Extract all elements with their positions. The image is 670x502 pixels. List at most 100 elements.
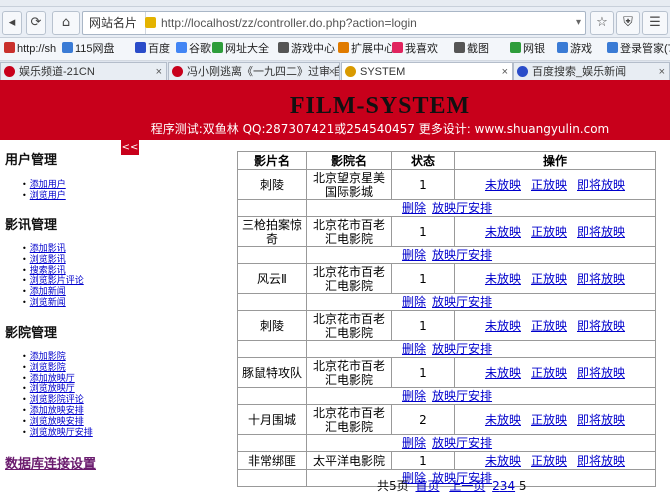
bookmark-item[interactable]: 百度 — [135, 38, 170, 60]
now-showing-link[interactable]: 正放映 — [531, 225, 567, 239]
sidebar-link[interactable]: 添加影讯 — [30, 244, 66, 254]
delete-link[interactable]: 删除 — [402, 248, 426, 262]
hall-schedule-link[interactable]: 放映厅安排 — [432, 389, 492, 403]
coming-soon-link[interactable]: 即将放映 — [577, 225, 625, 239]
bookmark-item[interactable]: 115网盘 — [62, 38, 115, 60]
not-showing-link[interactable]: 未放映 — [485, 454, 521, 468]
pager-prev-link[interactable]: 上一页 — [449, 479, 485, 493]
sidebar-link[interactable]: 浏览影院评论 — [30, 395, 84, 405]
site-card-menu[interactable]: 网站名片 ▾ — [83, 12, 146, 52]
address-bar[interactable]: 网站名片 ▾ http://localhost/zz/controller.do… — [82, 11, 586, 52]
menu-button[interactable]: ☰ — [642, 11, 668, 35]
sidebar-link[interactable]: 浏览影讯 — [30, 255, 66, 265]
sidebar-toggle-button[interactable]: << — [121, 140, 139, 155]
shield-button[interactable]: ⛨ — [616, 11, 640, 35]
tab-favicon-icon — [517, 66, 528, 77]
sidebar-link[interactable]: 添加影院 — [30, 352, 66, 362]
not-showing-link[interactable]: 未放映 — [485, 413, 521, 427]
not-showing-link[interactable]: 未放映 — [485, 366, 521, 380]
browser-tab[interactable]: SYSTEM × — [341, 62, 513, 81]
now-showing-link[interactable]: 正放映 — [531, 413, 567, 427]
bookmark-item[interactable]: 我喜欢 — [392, 38, 438, 60]
bookmark-item[interactable]: 游戏 — [557, 38, 592, 60]
delete-link[interactable]: 删除 — [402, 295, 426, 309]
coming-soon-link[interactable]: 即将放映 — [577, 272, 625, 286]
not-showing-link[interactable]: 未放映 — [485, 272, 521, 286]
bookmark-label: 我喜欢 — [405, 43, 438, 55]
not-showing-link[interactable]: 未放映 — [485, 178, 521, 192]
bookmark-icon — [135, 42, 146, 53]
now-showing-link[interactable]: 正放映 — [531, 272, 567, 286]
sidebar-link[interactable]: 添加放映安排 — [30, 406, 84, 416]
url-text: http://localhost/zz/controller.do.php?ac… — [161, 16, 417, 30]
now-showing-link[interactable]: 正放映 — [531, 366, 567, 380]
coming-soon-link[interactable]: 即将放映 — [577, 319, 625, 333]
hall-schedule-link[interactable]: 放映厅安排 — [432, 342, 492, 356]
tab-close-icon[interactable]: × — [156, 63, 162, 81]
sidebar-link[interactable]: 浏览新闻 — [30, 298, 66, 308]
bookmark-icon — [62, 42, 73, 53]
now-showing-link[interactable]: 正放映 — [531, 319, 567, 333]
url-dropdown-icon[interactable]: ▾ — [576, 12, 581, 34]
coming-soon-link[interactable]: 即将放映 — [577, 178, 625, 192]
hall-schedule-link[interactable]: 放映厅安排 — [432, 436, 492, 450]
tab-close-icon[interactable]: × — [659, 63, 665, 81]
tab-close-icon[interactable]: × — [502, 63, 508, 81]
bookmark-item[interactable]: 游戏中心 — [278, 38, 335, 60]
sidebar-link[interactable]: 浏览影片评论 — [30, 276, 84, 286]
back-arrow-icon: ◂ — [8, 15, 16, 30]
bookmark-item[interactable]: 扩展中心 — [338, 38, 395, 60]
header-cinema: 影院名 — [306, 151, 392, 170]
sidebar-section-title: 用户管理 — [5, 153, 58, 168]
delete-link[interactable]: 删除 — [402, 436, 426, 450]
tab-close-icon[interactable]: × — [329, 63, 335, 81]
hall-schedule-link[interactable]: 放映厅安排 — [432, 295, 492, 309]
sidebar-link[interactable]: 添加用户 — [30, 180, 66, 190]
not-showing-link[interactable]: 未放映 — [485, 319, 521, 333]
coming-soon-link[interactable]: 即将放映 — [577, 366, 625, 380]
tab-favicon-icon — [4, 66, 15, 77]
sidebar-section-title: 影院管理 — [5, 326, 58, 341]
sidebar-link[interactable]: 搜索影讯 — [30, 266, 66, 276]
bookmark-item[interactable]: 网银 — [510, 38, 545, 60]
sidebar-link[interactable]: 浏览影院 — [30, 363, 66, 373]
sidebar-link[interactable]: 浏览放映安排 — [30, 417, 84, 427]
pager-page-link[interactable]: 2 — [492, 479, 500, 493]
sidebar-link[interactable]: 浏览放映厅安排 — [30, 428, 93, 438]
sidebar-link[interactable]: 添加新闻 — [30, 287, 66, 297]
tab-label: 娱乐频道-21CN — [19, 66, 95, 78]
browser-tab[interactable]: 娱乐频道-21CN × — [0, 62, 167, 81]
coming-soon-link[interactable]: 即将放映 — [577, 454, 625, 468]
pager-page-link[interactable]: 4 — [507, 479, 515, 493]
sidebar-link[interactable]: 浏览用户 — [30, 191, 66, 201]
bookmark-item[interactable]: 登录管家(7) — [607, 38, 670, 60]
film-row: 豚鼠特攻队 北京花市百老汇电影院 1 未放映 正放映 即将放映 — [237, 357, 656, 388]
bookmark-item[interactable]: http://sh — [4, 38, 56, 60]
not-showing-link[interactable]: 未放映 — [485, 225, 521, 239]
coming-soon-link[interactable]: 即将放映 — [577, 413, 625, 427]
pager-first-link[interactable]: 首页 — [415, 479, 439, 493]
sidebar-list-item: 添加放映厅 — [22, 374, 93, 385]
now-showing-link[interactable]: 正放映 — [531, 178, 567, 192]
sidebar-link[interactable]: 添加放映厅 — [30, 374, 75, 384]
browser-tab[interactable]: 百度搜索_娱乐新闻 × — [513, 62, 670, 81]
home-button[interactable]: ⌂ — [52, 11, 80, 35]
db-connection-link[interactable]: 数据库连接设置 — [5, 453, 96, 472]
bookmark-item[interactable]: 谷歌 — [176, 38, 211, 60]
bookmark-item[interactable]: 截图 — [454, 38, 489, 60]
bookmark-item[interactable]: 网址大全 — [212, 38, 269, 60]
delete-link[interactable]: 删除 — [402, 389, 426, 403]
star-button[interactable]: ☆ — [590, 11, 614, 35]
back-button[interactable]: ◂ — [2, 11, 22, 35]
sidebar-link[interactable]: 浏览放映厅 — [30, 384, 75, 394]
home-icon: ⌂ — [61, 15, 71, 30]
delete-link[interactable]: 删除 — [402, 342, 426, 356]
browser-tab[interactable]: 冯小刚逃离《一九四二》过审 自… × — [168, 62, 340, 81]
hall-schedule-link[interactable]: 放映厅安排 — [432, 248, 492, 262]
sidebar-list-item: 添加用户 — [22, 180, 66, 191]
hall-schedule-link[interactable]: 放映厅安排 — [432, 201, 492, 215]
refresh-button[interactable]: ⟳ — [26, 11, 46, 35]
now-showing-link[interactable]: 正放映 — [531, 454, 567, 468]
bookmark-label: 截图 — [467, 43, 489, 55]
delete-link[interactable]: 删除 — [402, 201, 426, 215]
